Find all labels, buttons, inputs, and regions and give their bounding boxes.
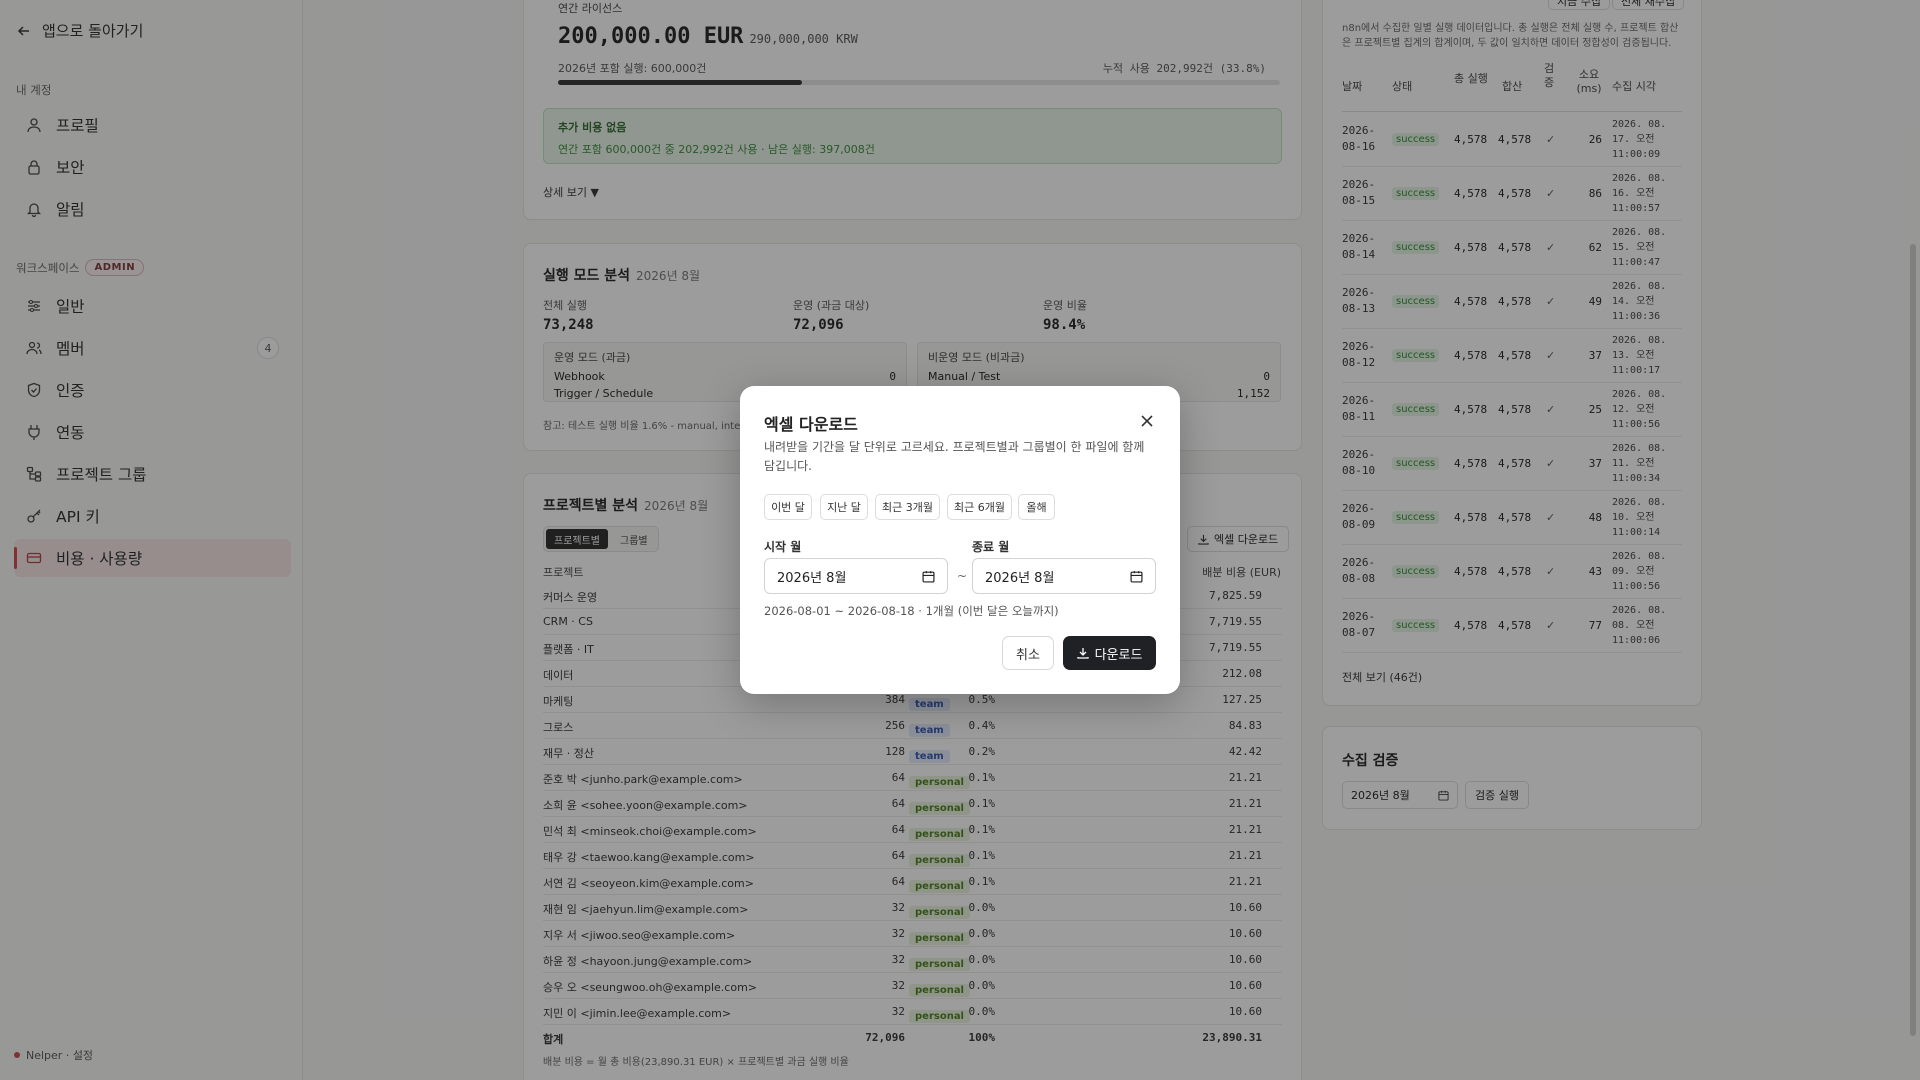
end-month-input[interactable]: 2026년 8월 <box>972 558 1156 594</box>
dialog-description: 내려받을 기간을 달 단위로 고르세요. 프로젝트별과 그룹별이 한 파일에 함… <box>764 440 1145 473</box>
download-button[interactable]: 다운로드 <box>1063 636 1156 670</box>
end-month-label: 종료 월 <box>972 540 1010 554</box>
preset-last-month[interactable]: 지난 달 <box>820 494 868 520</box>
dialog-title: 엑셀 다운로드 <box>764 415 858 434</box>
preset-last-6-months[interactable]: 최근 6개월 <box>947 494 1012 520</box>
range-separator: ~ <box>957 569 968 583</box>
cancel-button[interactable]: 취소 <box>1002 636 1054 670</box>
start-month-label: 시작 월 <box>764 540 802 554</box>
excel-download-dialog: 엑셀 다운로드 내려받을 기간을 달 단위로 고르세요. 프로젝트별과 그룹별이… <box>740 386 1180 694</box>
preset-this-year[interactable]: 올해 <box>1018 494 1055 520</box>
download-icon <box>1076 648 1089 659</box>
preset-last-3-months[interactable]: 최근 3개월 <box>875 494 940 520</box>
start-month-value: 2026년 8월 <box>777 570 847 586</box>
start-month-input[interactable]: 2026년 8월 <box>764 558 948 594</box>
close-icon[interactable] <box>1138 412 1156 430</box>
end-month-value: 2026년 8월 <box>985 570 1055 586</box>
preset-this-month[interactable]: 이번 달 <box>764 494 812 520</box>
download-label: 다운로드 <box>1094 647 1143 663</box>
selected-range-summary: 2026-08-01 ~ 2026-08-18 · 1개월 (이번 달은 오늘까… <box>764 604 1059 618</box>
calendar-icon[interactable] <box>922 570 935 583</box>
calendar-icon[interactable] <box>1130 570 1143 583</box>
